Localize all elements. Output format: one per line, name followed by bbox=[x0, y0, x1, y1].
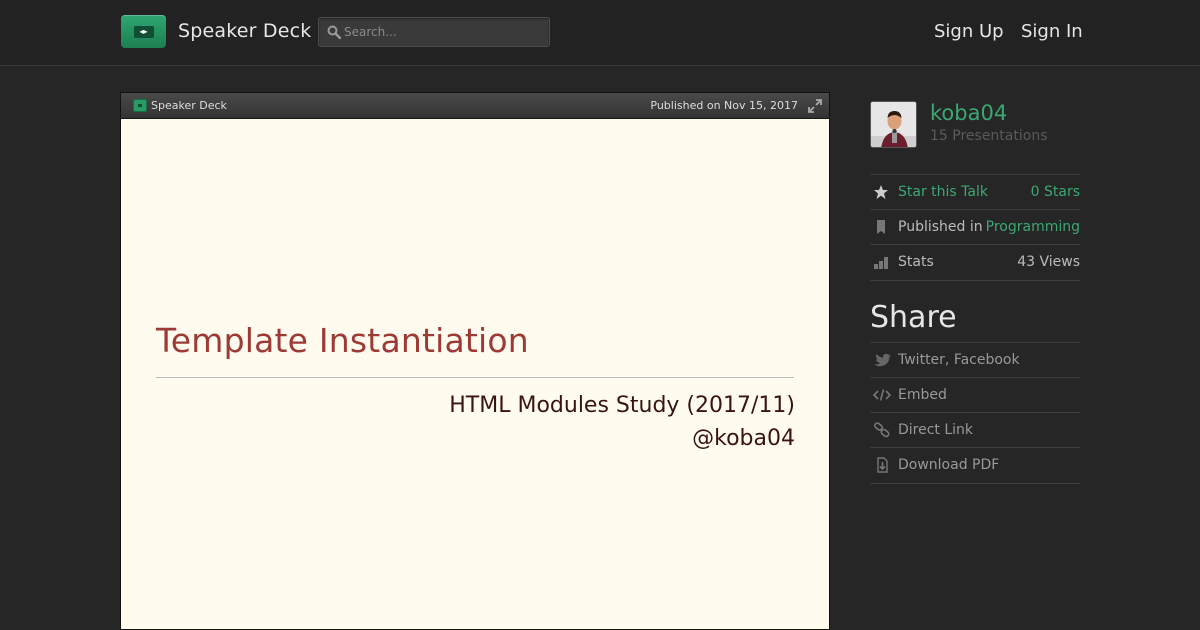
presentation-count: 15 Presentations bbox=[930, 128, 1048, 144]
embed-link[interactable]: Embed bbox=[898, 387, 947, 403]
stats-label: Stats bbox=[898, 254, 934, 270]
search-icon bbox=[327, 25, 341, 39]
embed-row[interactable]: Embed bbox=[870, 377, 1080, 412]
embed-code-icon bbox=[873, 389, 891, 401]
views-count: 43 Views bbox=[1017, 254, 1080, 270]
download-pdf-row[interactable]: Download PDF bbox=[870, 447, 1080, 482]
download-pdf-icon bbox=[877, 457, 888, 473]
direct-link-row[interactable]: Direct Link bbox=[870, 412, 1080, 447]
logo-icon[interactable]: ◂▸ bbox=[121, 15, 166, 48]
published-date: Published on Nov 15, 2017 bbox=[650, 99, 798, 112]
stars-count[interactable]: 0 Stars bbox=[1031, 184, 1080, 200]
top-bar: ◂▸ Speaker Deck Sign Up Sign In bbox=[0, 0, 1200, 66]
slide-viewer[interactable]: Speaker Deck Published on Nov 15, 2017 T… bbox=[120, 92, 830, 630]
divider bbox=[870, 483, 1080, 484]
published-in-label: Published in bbox=[898, 219, 983, 235]
download-pdf-link[interactable]: Download PDF bbox=[898, 457, 999, 473]
bar-chart-icon bbox=[874, 257, 888, 269]
sign-in-link[interactable]: Sign In bbox=[1021, 21, 1083, 42]
divider bbox=[870, 280, 1080, 281]
share-social-row[interactable]: Twitter, Facebook bbox=[870, 342, 1080, 377]
viewer-brand[interactable]: Speaker Deck bbox=[151, 99, 227, 112]
share-heading: Share bbox=[870, 300, 957, 335]
published-in-row: Published in Programming bbox=[870, 209, 1080, 244]
link-icon bbox=[874, 422, 890, 438]
star-talk-link[interactable]: Star this Talk bbox=[898, 184, 988, 200]
slide-title: Template Instantiation bbox=[156, 321, 529, 360]
sign-up-link[interactable]: Sign Up bbox=[934, 21, 1004, 42]
search-box[interactable] bbox=[318, 17, 550, 47]
stats-row: Stats 43 Views bbox=[870, 244, 1080, 279]
speaker-deck-mini-icon bbox=[133, 99, 147, 112]
viewer-toolbar: Speaker Deck Published on Nov 15, 2017 bbox=[121, 93, 829, 119]
slide-divider bbox=[156, 377, 794, 378]
category-link[interactable]: Programming bbox=[986, 219, 1080, 235]
username[interactable]: koba04 bbox=[930, 101, 1007, 125]
fullscreen-icon[interactable] bbox=[808, 99, 822, 113]
logo-arrows-icon: ◂▸ bbox=[133, 25, 154, 38]
twitter-bird-icon bbox=[874, 353, 891, 367]
star-row[interactable]: Star this Talk 0 Stars bbox=[870, 174, 1080, 209]
bookmark-icon bbox=[877, 220, 885, 234]
avatar[interactable] bbox=[870, 101, 917, 148]
direct-link[interactable]: Direct Link bbox=[898, 422, 973, 438]
avatar-photo bbox=[871, 102, 916, 147]
star-icon bbox=[874, 185, 888, 199]
slide-author: @koba04 bbox=[692, 426, 795, 451]
slide-subtitle: HTML Modules Study (2017/11) bbox=[449, 393, 795, 418]
search-input[interactable] bbox=[344, 22, 544, 42]
share-social-link[interactable]: Twitter, Facebook bbox=[898, 352, 1020, 368]
brand-name[interactable]: Speaker Deck bbox=[178, 20, 312, 42]
